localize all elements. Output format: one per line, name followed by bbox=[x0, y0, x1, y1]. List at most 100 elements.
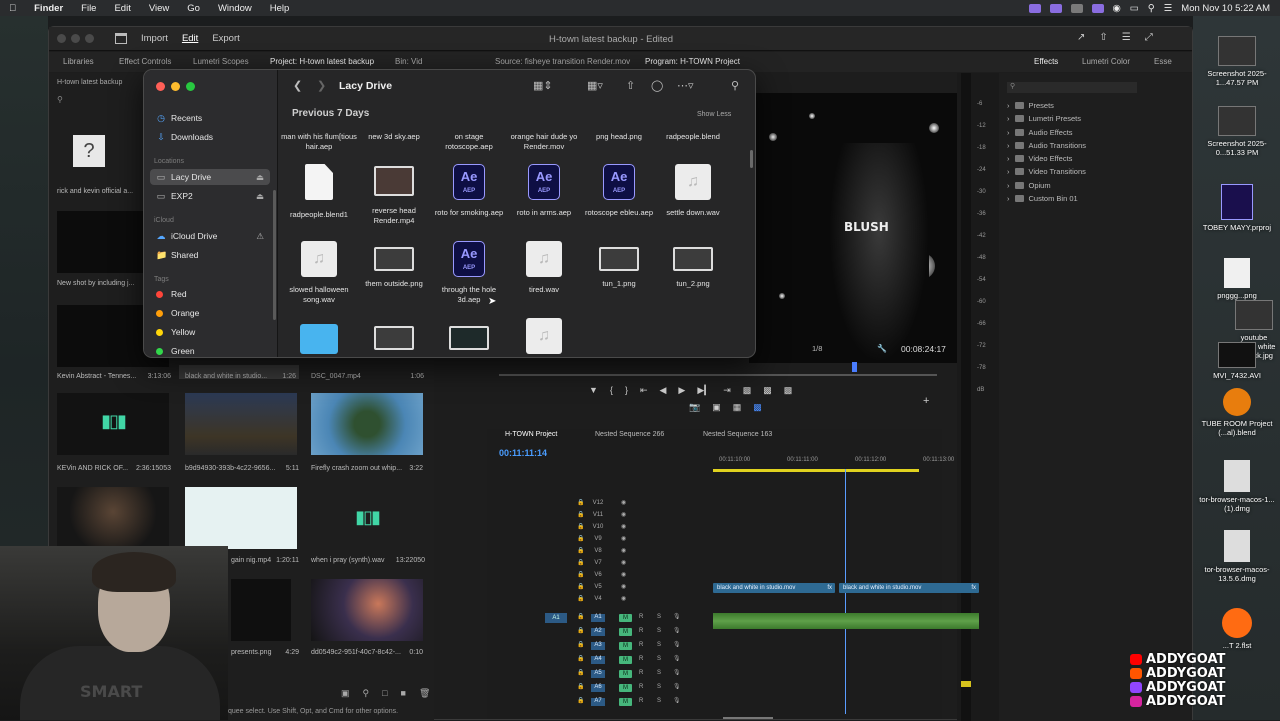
step-back-icon[interactable]: ◀ bbox=[660, 385, 667, 396]
wifi-icon[interactable]: ◉ bbox=[1113, 3, 1121, 14]
view-grid-icon[interactable]: ▦⇕ bbox=[533, 79, 553, 92]
timeline-zoom-bar[interactable] bbox=[723, 717, 773, 719]
solo-button[interactable]: S bbox=[657, 642, 661, 648]
video-track-header[interactable]: V8 🔒 ◉ bbox=[577, 547, 705, 557]
sidebar-item-shared[interactable]: 📁 Shared bbox=[150, 247, 270, 263]
mute-button[interactable]: M bbox=[619, 614, 632, 622]
minimize-button[interactable] bbox=[171, 82, 180, 91]
eye-icon[interactable]: ◉ bbox=[621, 571, 626, 578]
file-item[interactable]: reverse head Render.mp4 bbox=[355, 164, 433, 226]
voiceover-mic-icon[interactable]: 🎙 bbox=[673, 683, 681, 690]
menu-help[interactable]: Help bbox=[261, 3, 299, 14]
menubar-clock[interactable]: Mon Nov 10 5:22 AM bbox=[1181, 3, 1270, 14]
lock-icon[interactable]: 🔒 bbox=[577, 613, 584, 620]
desktop-file[interactable]: MVI_7432.AVI bbox=[1197, 342, 1277, 380]
sidebar-item-recents[interactable]: ◷ Recents bbox=[150, 110, 270, 126]
lock-icon[interactable]: 🔒 bbox=[577, 571, 584, 578]
lock-icon[interactable]: 🔒 bbox=[577, 511, 584, 518]
share-icon[interactable]: ⇧ bbox=[1099, 32, 1107, 43]
clip-thumbnail[interactable] bbox=[311, 579, 423, 641]
mute-button[interactable]: M bbox=[619, 628, 632, 636]
desktop-file[interactable]: Screenshot 2025-1...47.57 PM bbox=[1197, 36, 1277, 87]
audio-track-header[interactable]: A1 🔒 M R S 🎙 bbox=[577, 613, 705, 623]
lock-icon[interactable]: 🔒 bbox=[577, 683, 584, 690]
file-item[interactable]: on stage rotoscope.aep bbox=[430, 132, 508, 152]
audio-track-header[interactable]: A4 🔒 M R S 🎙 bbox=[577, 655, 705, 665]
tab-nested-266[interactable]: Nested Sequence 266 bbox=[595, 431, 664, 438]
file-item[interactable]: ♫ bbox=[505, 318, 583, 354]
file-item[interactable] bbox=[280, 320, 358, 354]
eye-icon[interactable]: ◉ bbox=[621, 535, 626, 542]
file-item[interactable]: man with his flum[tious hair.aep bbox=[280, 132, 358, 152]
mute-button[interactable]: M bbox=[619, 684, 632, 692]
share-icon[interactable]: ⇧ bbox=[626, 79, 635, 92]
back-icon[interactable]: ❮ bbox=[293, 79, 302, 92]
add-button-icon[interactable]: + bbox=[923, 395, 929, 407]
voiceover-mic-icon[interactable]: 🎙 bbox=[673, 613, 681, 620]
tab-lumetri-scopes[interactable]: Lumetri Scopes bbox=[193, 57, 249, 66]
effects-folder[interactable]: › Custom Bin 01 bbox=[1007, 194, 1078, 203]
file-item[interactable]: Ae AEP rotoscope ebleu.aep bbox=[580, 164, 658, 218]
vr-icon[interactable]: ▩ bbox=[753, 402, 762, 413]
voiceover-mic-icon[interactable]: 🎙 bbox=[673, 641, 681, 648]
audio-track-header[interactable]: A5 🔒 M R S 🎙 bbox=[577, 669, 705, 679]
step-forward-icon[interactable]: ▶▎ bbox=[697, 385, 711, 396]
solo-button[interactable]: S bbox=[657, 698, 661, 704]
video-track-header[interactable]: V4 🔒 ◉ bbox=[577, 595, 705, 605]
desktop-file[interactable]: TUBE ROOM Project (...al).blend bbox=[1197, 388, 1277, 437]
sidebar-item-downloads[interactable]: ⇩ Downloads bbox=[150, 129, 270, 145]
fullscreen-icon[interactable]: ⤢ bbox=[1145, 32, 1153, 43]
display-icon[interactable] bbox=[1091, 3, 1104, 13]
sidebar-tag-orange[interactable]: Orange bbox=[150, 305, 270, 321]
record-toggle[interactable]: R bbox=[639, 642, 643, 648]
lock-icon[interactable]: 🔒 bbox=[577, 559, 584, 566]
effects-folder[interactable]: › Video Transitions bbox=[1007, 167, 1086, 176]
quick-export-icon[interactable]: ↗ bbox=[1077, 32, 1085, 43]
content-scrollbar[interactable] bbox=[750, 150, 753, 168]
file-item[interactable] bbox=[355, 320, 433, 356]
clip-thumbnail[interactable] bbox=[231, 579, 291, 641]
source-patch-a1[interactable]: A1 bbox=[545, 613, 567, 623]
sidebar-tag-green[interactable]: Green bbox=[150, 343, 270, 357]
audio-clip[interactable] bbox=[713, 613, 979, 629]
tab-bin[interactable]: Bin: Vid bbox=[395, 57, 422, 66]
audio-track-header[interactable]: A2 🔒 M R S 🎙 bbox=[577, 627, 705, 637]
lock-icon[interactable]: 🔒 bbox=[577, 641, 584, 648]
sidebar-tag-red[interactable]: Red bbox=[150, 286, 270, 302]
mute-button[interactable]: M bbox=[619, 642, 632, 650]
menu-view[interactable]: View bbox=[140, 3, 178, 14]
effects-folder[interactable]: › Presets bbox=[1007, 101, 1054, 110]
control-center-icon[interactable]: ☰ bbox=[1164, 3, 1173, 14]
voiceover-mic-icon[interactable]: 🎙 bbox=[673, 655, 681, 662]
tab-program[interactable]: Program: H-TOWN Project bbox=[645, 57, 740, 66]
sidebar-tag-yellow[interactable]: Yellow bbox=[150, 324, 270, 340]
mute-button[interactable]: M bbox=[619, 698, 632, 706]
lock-icon[interactable]: 🔒 bbox=[577, 697, 584, 704]
go-to-out-icon[interactable]: ⇥ bbox=[723, 385, 731, 396]
home-icon[interactable] bbox=[115, 33, 127, 44]
menu-edit[interactable]: Edit bbox=[105, 3, 139, 14]
voiceover-mic-icon[interactable]: 🎙 bbox=[673, 627, 681, 634]
tab-effects[interactable]: Effects bbox=[1034, 57, 1058, 66]
sidebar-item-exp2[interactable]: ▭ EXP2 ⏏ bbox=[150, 188, 270, 204]
tab-effect-controls[interactable]: Effect Controls bbox=[119, 57, 171, 66]
clip-thumbnail[interactable] bbox=[57, 487, 169, 549]
file-item[interactable]: ♫ slowed halloween song.wav bbox=[280, 241, 358, 305]
overwrite-icon[interactable]: ▩ bbox=[763, 385, 772, 396]
solo-button[interactable]: S bbox=[657, 684, 661, 690]
sidebar-item-lacy-drive[interactable]: ▭ Lacy Drive ⏏ bbox=[150, 169, 270, 185]
clip-thumbnail[interactable] bbox=[311, 393, 423, 455]
file-item[interactable]: radpeople.blend bbox=[654, 132, 732, 142]
effects-search-input[interactable]: ⚲ bbox=[1007, 82, 1137, 93]
video-track-header[interactable]: V11 🔒 ◉ bbox=[577, 511, 705, 521]
video-track-header[interactable]: V6 🔒 ◉ bbox=[577, 571, 705, 581]
effects-folder[interactable]: › Video Effects bbox=[1007, 154, 1072, 163]
nav-import[interactable]: Import bbox=[141, 33, 168, 44]
tab-essential[interactable]: Esse bbox=[1154, 57, 1172, 66]
tab-libraries[interactable]: Libraries bbox=[63, 57, 94, 66]
menu-file[interactable]: File bbox=[72, 3, 105, 14]
more-actions-icon[interactable]: ⋯▿ bbox=[677, 79, 694, 92]
effects-folder[interactable]: › Audio Effects bbox=[1007, 128, 1073, 137]
eye-icon[interactable]: ◉ bbox=[621, 499, 626, 506]
wrench-icon[interactable]: 🔧 bbox=[877, 344, 887, 353]
